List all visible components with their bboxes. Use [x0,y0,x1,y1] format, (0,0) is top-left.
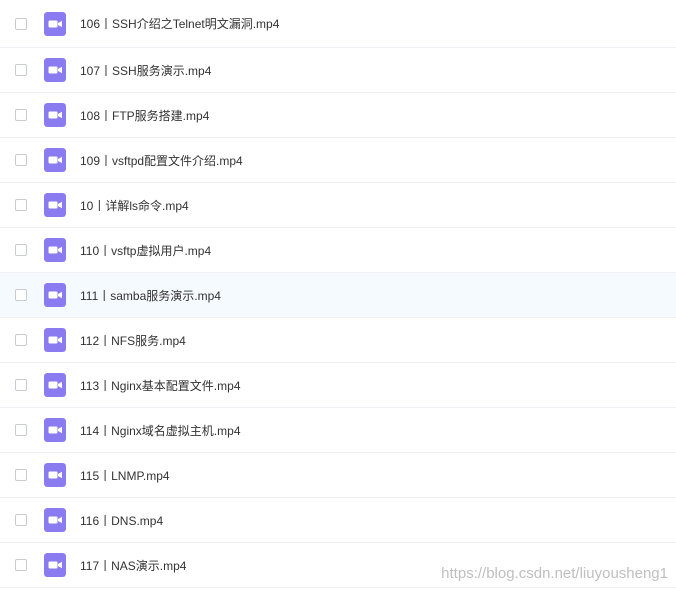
row-checkbox[interactable] [15,17,27,30]
row-checkbox[interactable] [15,154,27,166]
file-row[interactable]: 112丨NFS服务.mp4 [0,318,676,363]
file-row[interactable]: 114丨Nginx域名虚拟主机.mp4 [0,408,676,453]
video-file-icon [44,553,66,577]
video-file-icon [44,103,66,127]
video-file-icon [44,418,66,442]
video-file-icon [44,463,66,487]
file-row[interactable]: 109丨vsftpd配置文件介绍.mp4 [0,138,676,183]
video-file-icon [44,373,66,397]
row-checkbox[interactable] [15,289,27,301]
file-name[interactable]: 117丨NAS演示.mp4 [80,557,186,574]
row-checkbox[interactable] [15,244,27,256]
file-name[interactable]: 109丨vsftpd配置文件介绍.mp4 [80,152,243,169]
file-row[interactable]: 115丨LNMP.mp4 [0,453,676,498]
file-row[interactable]: 116丨DNS.mp4 [0,498,676,543]
row-checkbox[interactable] [15,379,27,391]
video-file-icon [44,508,66,532]
row-checkbox[interactable] [15,469,27,481]
file-row[interactable]: 108丨FTP服务搭建.mp4 [0,93,676,138]
video-file-icon [44,11,66,36]
file-name[interactable]: 116丨DNS.mp4 [80,512,163,529]
file-name[interactable]: 110丨vsftp虚拟用户.mp4 [80,242,211,259]
row-checkbox[interactable] [15,514,27,526]
file-name[interactable]: 111丨samba服务演示.mp4 [80,287,221,304]
video-file-icon [44,328,66,352]
file-name[interactable]: 107丨SSH服务演示.mp4 [80,62,211,79]
file-name[interactable]: 113丨Nginx基本配置文件.mp4 [80,377,241,394]
file-row[interactable]: 107丨SSH服务演示.mp4 [0,48,676,93]
file-row[interactable]: 10丨详解ls命令.mp4 [0,183,676,228]
file-row[interactable]: 106丨SSH介绍之Telnet明文漏洞.mp4 [0,0,676,48]
row-checkbox[interactable] [15,559,27,571]
row-checkbox[interactable] [15,424,27,436]
file-name[interactable]: 112丨NFS服务.mp4 [80,332,186,349]
file-row[interactable]: 113丨Nginx基本配置文件.mp4 [0,363,676,408]
row-checkbox[interactable] [15,199,27,211]
file-name[interactable]: 10丨详解ls命令.mp4 [80,197,189,214]
video-file-icon [44,58,66,82]
file-list: 106丨SSH介绍之Telnet明文漏洞.mp4 107丨SSH服务演示.mp4 1… [0,0,676,588]
video-file-icon [44,238,66,262]
watermark-text: https://blog.csdn.net/liuyousheng1 [441,565,668,582]
video-file-icon [44,193,66,217]
video-file-icon [44,283,66,307]
file-name[interactable]: 114丨Nginx域名虚拟主机.mp4 [80,422,241,439]
row-checkbox[interactable] [15,64,27,76]
file-row[interactable]: 111丨samba服务演示.mp4 [0,273,676,318]
file-name[interactable]: 108丨FTP服务搭建.mp4 [80,107,209,124]
file-name[interactable]: 106丨SSH介绍之Telnet明文漏洞.mp4 [80,15,279,32]
row-checkbox[interactable] [15,109,27,121]
file-row[interactable]: 110丨vsftp虚拟用户.mp4 [0,228,676,273]
file-name[interactable]: 115丨LNMP.mp4 [80,467,170,484]
row-checkbox[interactable] [15,334,27,346]
video-file-icon [44,148,66,172]
